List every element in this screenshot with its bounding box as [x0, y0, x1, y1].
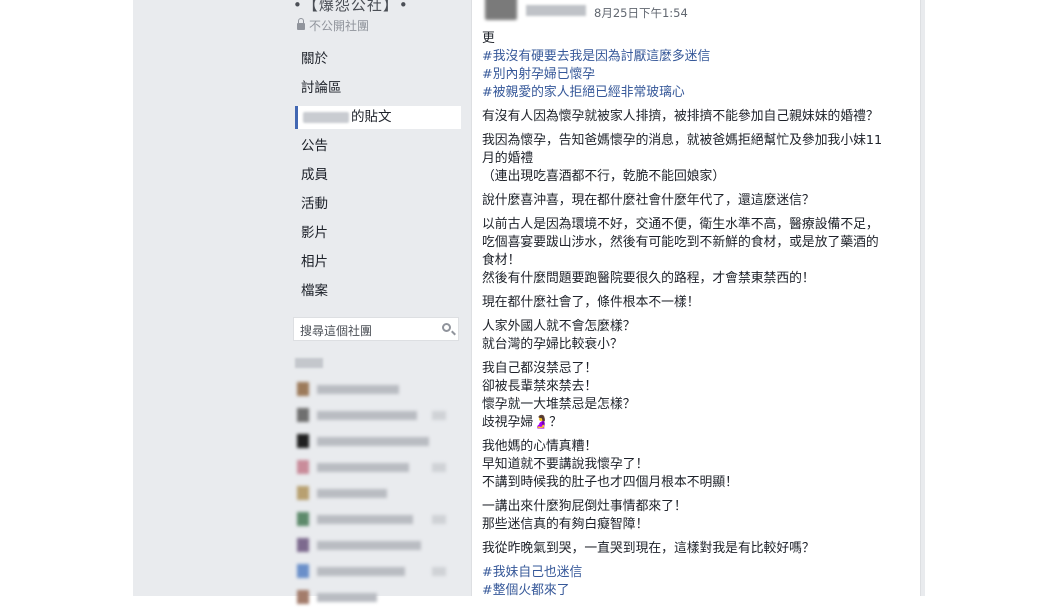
post-text-line: 以前古人是因為環境不好，交通不便，衛生水準不高，醫療設備不足，: [482, 217, 879, 232]
post-text-line: 懷孕就一大堆禁忌是怎樣？: [482, 397, 636, 412]
post-card: 8月25日下午1:54 更 #我沒有硬要去我是因為討厭這麼多迷信 #別內射孕婦已懷孕…: [471, 0, 921, 598]
group-title[interactable]: •【爆怨公社】•: [293, 0, 409, 15]
list-item[interactable]: [295, 536, 460, 562]
avatar: [297, 382, 309, 396]
post-paragraph: #我妹自己也迷信 #整個火都來了: [482, 564, 914, 600]
author-avatar[interactable]: [485, 0, 517, 20]
group-search-input[interactable]: 搜尋這個社團: [293, 317, 459, 341]
list-item[interactable]: [295, 432, 460, 458]
avatar: [297, 538, 309, 552]
blurred-time: [432, 515, 446, 524]
nav-about[interactable]: 關於: [299, 48, 461, 77]
hashtag-link[interactable]: #我妹自己也迷信: [482, 564, 914, 582]
post-text-line: 我他媽的心情真糟！: [482, 439, 598, 454]
blurred-name: [317, 489, 387, 498]
avatar: [297, 564, 309, 578]
post-text-line: 歧視孕婦🤰？: [482, 415, 562, 430]
post-text-line: 有沒有人因為懷孕就被家人排擠，被排擠不能參加自己親妹妹的婚禮？: [482, 109, 879, 124]
blurred-name: [317, 437, 429, 446]
post-paragraph: 我因為懷孕，告知爸媽懷孕的消息，就被爸媽拒絕幫忙及參加我小妹11 月的婚禮 （連出現…: [482, 132, 914, 186]
post-text-line: 食材！: [482, 253, 521, 268]
post-paragraph: 我自己都沒禁忌了！ 卻被長輩禁來禁去！ 懷孕就一大堆禁忌是怎樣？ 歧視孕婦🤰？: [482, 360, 914, 432]
page-margin-right: [925, 0, 1060, 596]
blurred-name: [317, 463, 409, 472]
avatar: [297, 590, 309, 604]
post-paragraph: 以前古人是因為環境不好，交通不便，衛生水準不高，醫療設備不足， 吃個喜宴要跋山涉水…: [482, 216, 914, 288]
nav-videos[interactable]: 影片: [299, 222, 461, 251]
post-text-line: 說什麼喜沖喜，現在都什麼社會什麼年代了，還這麼迷信？: [482, 193, 815, 208]
blurred-member-list: [295, 358, 460, 614]
hashtag-link[interactable]: #別內射孕婦已懷孕: [482, 66, 914, 84]
list-item[interactable]: [295, 562, 460, 588]
lock-icon: [297, 18, 305, 30]
blurred-name: [317, 385, 399, 394]
post-text-line: 然後有什麼問題要跑醫院要很久的路程，才會禁東禁西的！: [482, 271, 815, 286]
post-text-line: 早知道就不要講說我懷孕了！: [482, 457, 649, 472]
avatar: [297, 486, 309, 500]
post-text-line: 我自己都沒禁忌了！: [482, 361, 598, 376]
post-paragraph: 一講出來什麼狗屁倒灶事情都來了！ 那些迷信真的有夠白癡智障！: [482, 498, 914, 534]
nav-member-posts[interactable]: 的貼文: [295, 106, 461, 129]
avatar: [297, 434, 309, 448]
list-item[interactable]: [295, 458, 460, 484]
post-text-line: 我因為懷孕，告知爸媽懷孕的消息，就被爸媽拒絕幫忙及參加我小妹11: [482, 133, 883, 148]
blurred-name: [317, 593, 377, 602]
post-text-line: 月的婚禮: [482, 151, 534, 166]
group-privacy: 不公開社團: [297, 17, 369, 34]
post-text-line: 我從昨晚氣到哭，一直哭到現在，這樣對我是有比較好嗎？: [482, 541, 815, 556]
group-privacy-label: 不公開社團: [309, 19, 370, 33]
post-text-line: 那些迷信真的有夠白癡智障！: [482, 517, 649, 532]
nav-files[interactable]: 檔案: [299, 280, 461, 309]
list-item[interactable]: [295, 510, 460, 536]
hashtag-link[interactable]: #被親愛的家人拒絕已經非常玻璃心: [482, 84, 914, 102]
nav-discussion[interactable]: 討論區: [299, 77, 461, 106]
post-text-line: 現在都什麼社會了，條件根本不一樣！: [482, 295, 700, 310]
group-nav: 關於 討論區 的貼文 公告 成員 活動 影片 相片 檔案: [295, 48, 461, 309]
post-paragraph: 有沒有人因為懷孕就被家人排擠，被排擠不能參加自己親妹妹的婚禮？: [482, 108, 914, 126]
list-item[interactable]: [295, 380, 460, 406]
list-item[interactable]: [295, 484, 460, 510]
list-item[interactable]: [295, 406, 460, 432]
blurred-name: [317, 567, 405, 576]
post-paragraph: 現在都什麼社會了，條件根本不一樣！: [482, 294, 914, 312]
post-text-line: 卻被長輩禁來禁去！: [482, 379, 598, 394]
blurred-name: [317, 411, 417, 420]
avatar: [297, 512, 309, 526]
post-text-line: 吃個喜宴要跋山涉水，然後有可能吃到不新鮮的食材，或是放了藥酒的: [482, 235, 879, 250]
post-paragraph: 我他媽的心情真糟！ 早知道就不要講說我懷孕了！ 不講到時候我的肚子也才四個月根本不明…: [482, 438, 914, 492]
nav-member-posts-label: 的貼文: [351, 109, 392, 125]
post-text-line: 更: [482, 31, 495, 46]
hashtag-link[interactable]: #我沒有硬要去我是因為討厭這麼多迷信: [482, 48, 914, 66]
search-placeholder: 搜尋這個社團: [300, 324, 373, 338]
post-text-line: （連出現吃喜酒都不行，乾脆不能回娘家）: [482, 169, 726, 184]
nav-events[interactable]: 活動: [299, 193, 461, 222]
list-item[interactable]: [295, 588, 460, 614]
nav-announcements[interactable]: 公告: [299, 135, 461, 164]
page-margin-left: [0, 0, 133, 596]
post-text-line: 一講出來什麼狗屁倒灶事情都來了！: [482, 499, 687, 514]
author-name-redacted[interactable]: [526, 5, 586, 16]
avatar: [297, 408, 309, 422]
nav-members[interactable]: 成員: [299, 164, 461, 193]
post-paragraph: 我從昨晚氣到哭，一直哭到現在，這樣對我是有比較好嗎？: [482, 540, 914, 558]
redacted-name: [303, 111, 349, 123]
blurred-time: [432, 463, 446, 472]
blurred-list-heading: [295, 358, 323, 368]
blurred-time: [432, 567, 446, 576]
post-paragraph: 說什麼喜沖喜，現在都什麼社會什麼年代了，還這麼迷信？: [482, 192, 914, 210]
post-text-line: 人家外國人就不會怎麼樣？: [482, 319, 636, 334]
search-icon[interactable]: [442, 323, 451, 332]
post-body: 更 #我沒有硬要去我是因為討厭這麼多迷信 #別內射孕婦已懷孕 #被親愛的家人拒絕已經非…: [482, 30, 914, 606]
hashtag-link[interactable]: #整個火都來了: [482, 582, 914, 600]
blurred-time: [432, 411, 446, 420]
post-paragraph: 人家外國人就不會怎麼樣？ 就台灣的孕婦比較衰小？: [482, 318, 914, 354]
post-timestamp[interactable]: 8月25日下午1:54: [594, 5, 688, 21]
blurred-name: [317, 541, 421, 550]
avatar: [297, 460, 309, 474]
post-text-line: 不講到時候我的肚子也才四個月根本不明顯！: [482, 475, 738, 490]
blurred-name: [317, 515, 413, 524]
post-paragraph: 更 #我沒有硬要去我是因為討厭這麼多迷信 #別內射孕婦已懷孕 #被親愛的家人拒絕已經非…: [482, 30, 914, 102]
post-text-line: 就台灣的孕婦比較衰小？: [482, 337, 623, 352]
nav-photos[interactable]: 相片: [299, 251, 461, 280]
